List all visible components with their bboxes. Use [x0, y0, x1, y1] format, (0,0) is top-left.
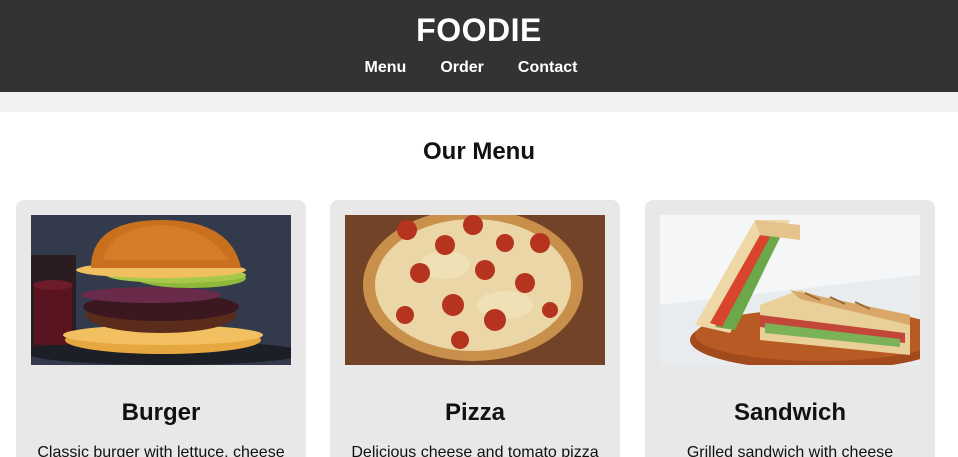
menu-card-description: Delicious cheese and tomato pizza — [351, 444, 599, 457]
burger-photo — [31, 215, 291, 365]
nav-link-menu[interactable]: Menu — [365, 59, 407, 77]
menu-section-title: Our Menu — [423, 138, 535, 165]
menu-card-title: Sandwich — [733, 399, 847, 426]
menu-card-title: Burger — [121, 399, 201, 426]
brand-logo[interactable]: FOODIE — [0, 12, 958, 49]
nav-link-order[interactable]: Order — [440, 59, 484, 77]
nav-link-contact[interactable]: Contact — [518, 59, 578, 77]
pizza-photo — [345, 215, 605, 365]
menu-card-pizza[interactable]: Pizza Delicious cheese and tomato pizza — [330, 200, 620, 457]
main-nav: Menu Order Contact — [0, 59, 958, 77]
menu-card-title: Pizza — [444, 399, 506, 426]
menu-card-description: Grilled sandwich with cheese — [686, 444, 894, 457]
sandwich-photo — [660, 215, 920, 365]
site-header: FOODIE Menu Order Contact — [0, 0, 958, 92]
menu-card-description: Classic burger with lettuce, cheese — [37, 444, 285, 457]
menu-card-sandwich[interactable]: Sandwich Grilled sandwich with cheese — [645, 200, 935, 457]
menu-card-burger[interactable]: Burger Classic burger with lettuce, chee… — [16, 200, 306, 457]
header-divider-band — [0, 92, 958, 112]
